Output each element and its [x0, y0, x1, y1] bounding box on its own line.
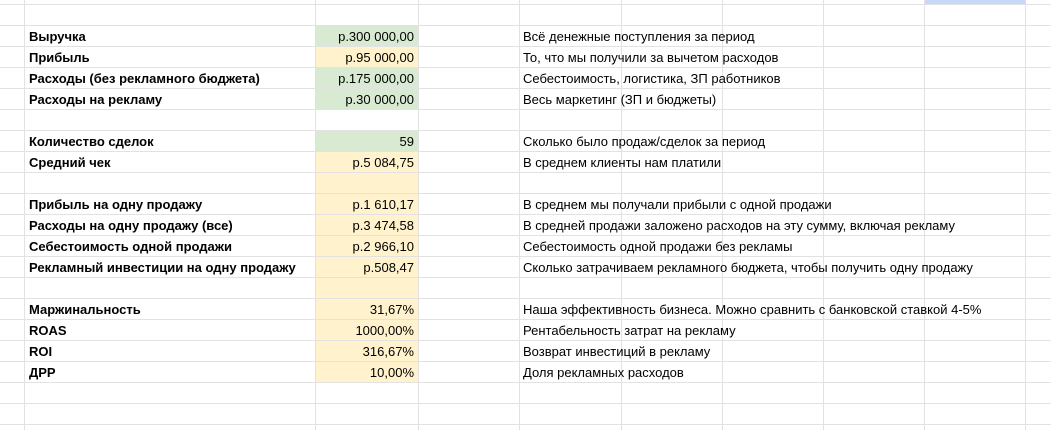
empty-cell[interactable]: [316, 278, 418, 298]
metric-value[interactable]: р.5 084,75: [316, 152, 418, 172]
metric-label[interactable]: Расходы (без рекламного бюджета): [29, 68, 315, 88]
metric-label[interactable]: ROI: [29, 341, 315, 361]
row-divider: [0, 109, 1051, 110]
metric-value[interactable]: р.95 000,00: [316, 47, 418, 67]
metric-description[interactable]: Себестоимость одной продажи без рекламы: [523, 236, 1023, 256]
table-row: Расходы на одну продажу (все) р.3 474,58…: [0, 215, 1051, 235]
metric-description[interactable]: Возврат инвестиций в рекламу: [523, 341, 1023, 361]
metric-label[interactable]: Прибыль: [29, 47, 315, 67]
row-divider: [0, 277, 1051, 278]
metric-label[interactable]: Себестоимость одной продажи: [29, 236, 315, 256]
metric-value[interactable]: 1000,00%: [316, 320, 418, 340]
metric-description[interactable]: Рентабельность затрат на рекламу: [523, 320, 1023, 340]
table-row: Расходы на рекламу р.30 000,00 Весь марк…: [0, 89, 1051, 109]
metric-label[interactable]: ROAS: [29, 320, 315, 340]
table-row: Рекламный инвестиции на одну продажу р.5…: [0, 257, 1051, 277]
metric-value[interactable]: р.175 000,00: [316, 68, 418, 88]
metric-description[interactable]: Наша эффективность бизнеса. Можно сравни…: [523, 299, 1023, 319]
metric-description[interactable]: Весь маркетинг (ЗП и бюджеты): [523, 89, 1023, 109]
table-row: ROI 316,67% Возврат инвестиций в рекламу: [0, 341, 1051, 361]
table-row: ROAS 1000,00% Рентабельность затрат на р…: [0, 320, 1051, 340]
metric-description[interactable]: В среднем клиенты нам платили: [523, 152, 1023, 172]
metric-label[interactable]: Прибыль на одну продажу: [29, 194, 315, 214]
metric-description[interactable]: Доля рекламных расходов: [523, 362, 1023, 382]
metric-value[interactable]: р.30 000,00: [316, 89, 418, 109]
row-divider: [0, 382, 1051, 383]
metric-label[interactable]: Количество сделок: [29, 131, 315, 151]
table-row: Маржинальность 31,67% Наша эффективность…: [0, 299, 1051, 319]
table-row: Средний чек р.5 084,75 В среднем клиенты…: [0, 152, 1051, 172]
metric-description[interactable]: Сколько было продаж/сделок за период: [523, 131, 1023, 151]
metric-value[interactable]: р.508,47: [316, 257, 418, 277]
metric-value[interactable]: р.300 000,00: [316, 26, 418, 46]
spreadsheet-grid[interactable]: Выручка р.300 000,00 Всё денежные поступ…: [0, 0, 1051, 430]
empty-cell[interactable]: [316, 173, 418, 193]
table-row: Выручка р.300 000,00 Всё денежные поступ…: [0, 26, 1051, 46]
metric-value[interactable]: р.3 474,58: [316, 215, 418, 235]
metric-description[interactable]: В среднем мы получали прибыли с одной пр…: [523, 194, 1023, 214]
metric-value[interactable]: 31,67%: [316, 299, 418, 319]
row-divider: [0, 4, 1051, 5]
metric-description[interactable]: В средней продажи заложено расходов на э…: [523, 215, 1023, 235]
metric-label[interactable]: ДРР: [29, 362, 315, 382]
table-row: Себестоимость одной продажи р.2 966,10 С…: [0, 236, 1051, 256]
metric-label[interactable]: Выручка: [29, 26, 315, 46]
metric-label[interactable]: Средний чек: [29, 152, 315, 172]
metric-value[interactable]: р.2 966,10: [316, 236, 418, 256]
row-divider: [0, 172, 1051, 173]
row-divider: [0, 424, 1051, 425]
table-row: Количество сделок 59 Сколько было продаж…: [0, 131, 1051, 151]
metric-description[interactable]: Всё денежные поступления за период: [523, 26, 1023, 46]
metric-label[interactable]: Расходы на одну продажу (все): [29, 215, 315, 235]
metric-label[interactable]: Маржинальность: [29, 299, 315, 319]
table-row: ДРР 10,00% Доля рекламных расходов: [0, 362, 1051, 382]
metric-value[interactable]: 10,00%: [316, 362, 418, 382]
metric-description[interactable]: То, что мы получили за вычетом расходов: [523, 47, 1023, 67]
metric-value[interactable]: 316,67%: [316, 341, 418, 361]
table-row: Расходы (без рекламного бюджета) р.175 0…: [0, 68, 1051, 88]
metric-label[interactable]: Расходы на рекламу: [29, 89, 315, 109]
metric-value[interactable]: 59: [316, 131, 418, 151]
metric-label[interactable]: Рекламный инвестиции на одну продажу: [29, 257, 315, 277]
metric-value[interactable]: р.1 610,17: [316, 194, 418, 214]
row-divider: [0, 403, 1051, 404]
table-row: Прибыль на одну продажу р.1 610,17 В сре…: [0, 194, 1051, 214]
metric-description[interactable]: Себестоимость, логистика, ЗП работников: [523, 68, 1023, 88]
table-row: Прибыль р.95 000,00 То, что мы получили …: [0, 47, 1051, 67]
metric-description[interactable]: Сколько затрачиваем рекламного бюджета, …: [523, 257, 1023, 277]
